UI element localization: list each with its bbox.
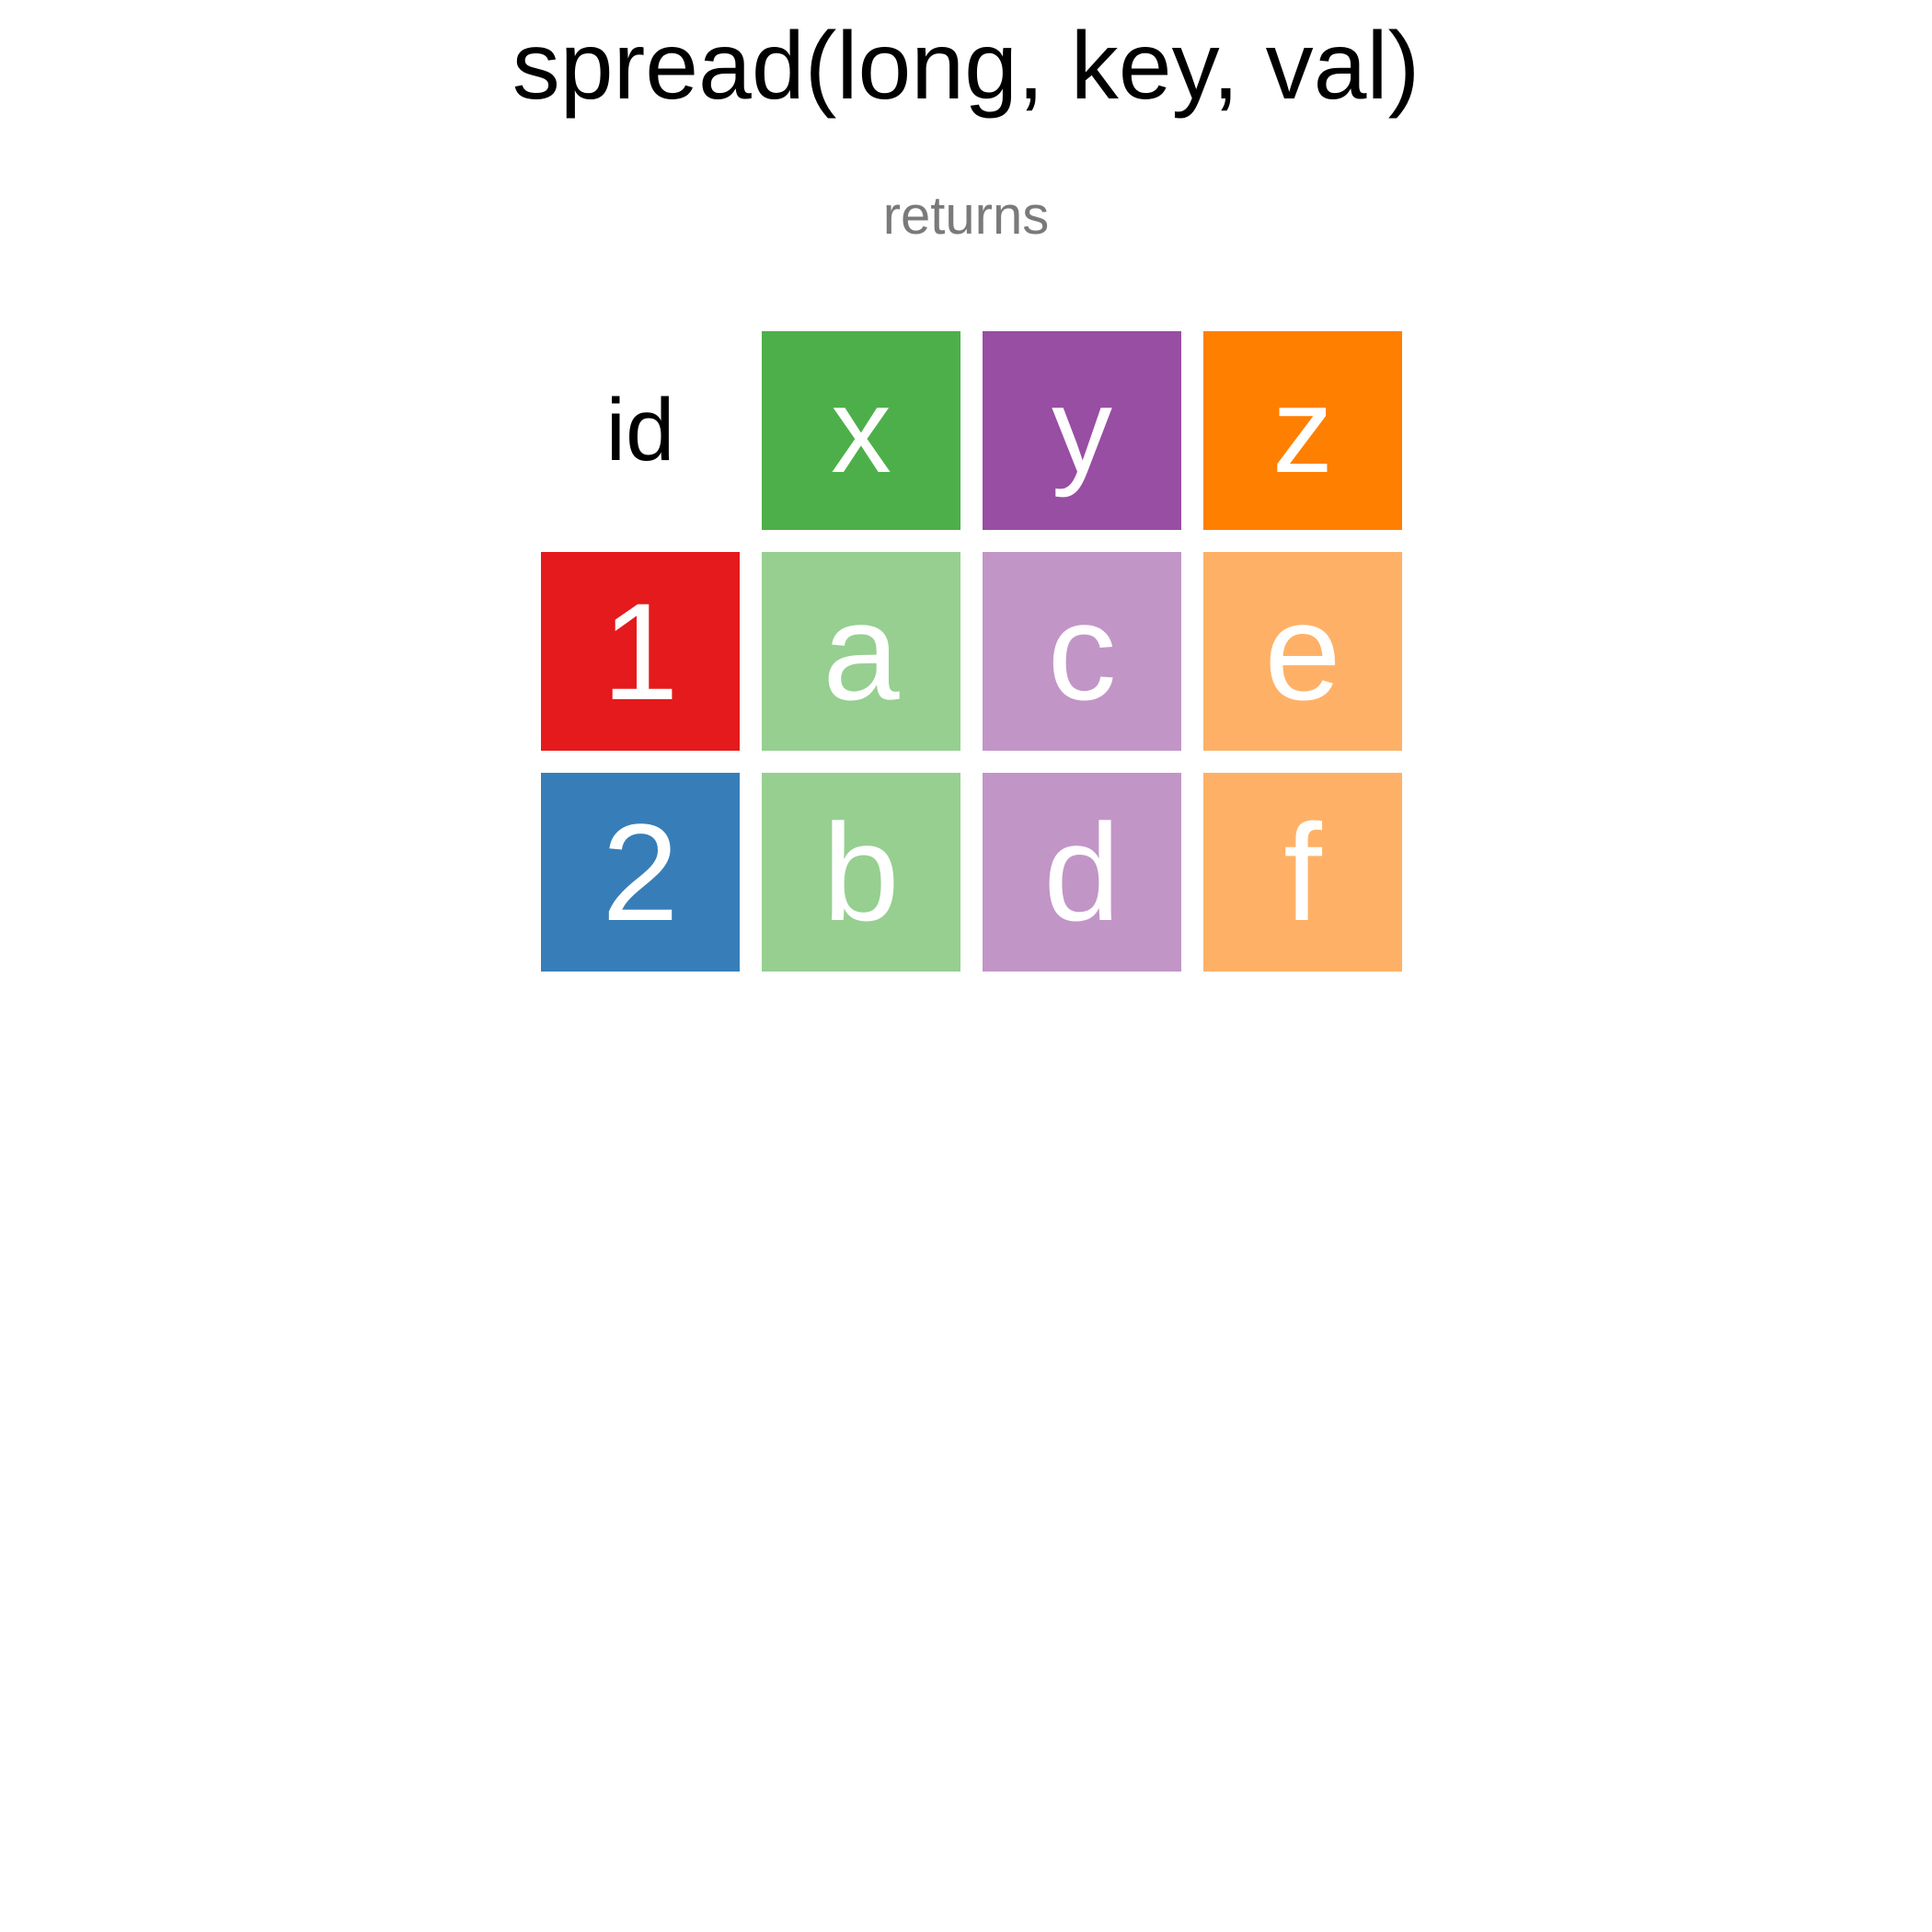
row-2-x-cell: b (762, 773, 960, 972)
row-1-x-cell: a (762, 552, 960, 751)
row-1-id-cell: 1 (541, 552, 740, 751)
header-cell-y: y (983, 331, 1181, 530)
row-1-y-cell: c (983, 552, 1181, 751)
diagram-subtitle: returns (882, 186, 1050, 246)
header-cell-id: id (605, 381, 675, 479)
diagram-title: spread(long, key, val) (512, 13, 1420, 120)
row-2-z-cell: f (1203, 773, 1402, 972)
header-cell-x: x (762, 331, 960, 530)
row-2-y-cell: d (983, 773, 1181, 972)
row-2-id-cell: 2 (541, 773, 740, 972)
row-1-z-cell: e (1203, 552, 1402, 751)
header-cell-z: z (1203, 331, 1402, 530)
